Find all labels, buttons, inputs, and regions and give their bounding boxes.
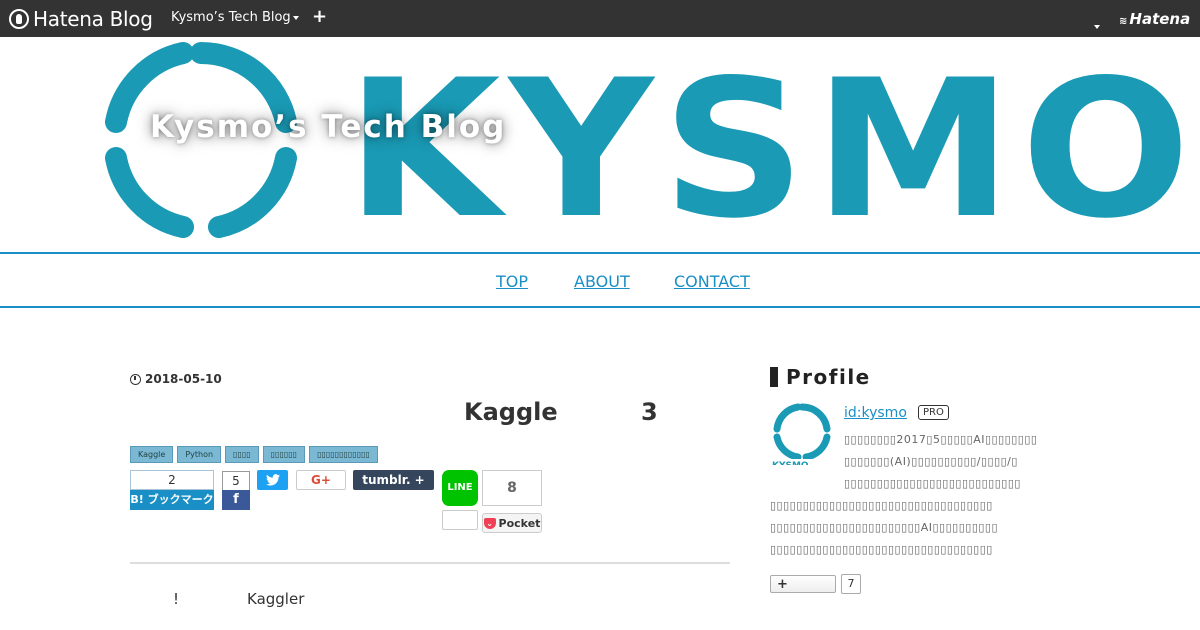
heading-bar-decoration <box>770 367 778 387</box>
entry-divider <box>130 562 730 564</box>
pocket-save-count[interactable]: 8 <box>482 470 542 506</box>
avatar-wordmark: KYSMO <box>772 461 809 465</box>
profile-heading-text: Profile <box>786 365 871 389</box>
category-tag[interactable]: ▯▯▯▯ <box>225 446 259 463</box>
clock-icon <box>130 373 141 385</box>
profile-id-link[interactable]: id:kysmo <box>844 405 907 421</box>
nav-link-about[interactable]: ABOUT <box>574 272 630 291</box>
avatar-ring-segment <box>802 433 831 461</box>
profile-avatar[interactable]: KYSMO <box>770 401 834 465</box>
follow-button[interactable]: + <box>770 575 836 593</box>
facebook-share-button[interactable]: f <box>222 490 250 510</box>
category-tag[interactable]: ▯▯▯▯▯▯ <box>262 446 306 463</box>
profile-description-line: ▯▯▯▯▯▯▯▯▯▯▯▯▯▯▯▯▯▯▯▯▯▯▯▯▯▯▯▯▯▯▯▯▯▯ <box>770 499 993 512</box>
avatar-ring-segment <box>773 403 802 433</box>
line-share-count[interactable] <box>442 510 478 530</box>
twitter-share-button[interactable] <box>257 470 288 490</box>
blog-switch-label: Kysmo’s Tech Blog <box>171 10 291 25</box>
nav-link-contact[interactable]: CONTACT <box>674 272 750 291</box>
blog-switch-dropdown[interactable]: Kysmo’s Tech Blog <box>171 10 299 25</box>
profile-description-line: ▯▯▯▯▯▯▯(AI)▯▯▯▯▯▯▯▯▯▯/▯▯▯▯/▯ <box>844 455 1018 468</box>
hatena-blog-logo[interactable]: Hatena Blog <box>9 7 153 31</box>
nav-link-top[interactable]: TOP <box>496 272 528 291</box>
hatena-bookmark-count[interactable]: 2 <box>130 470 214 490</box>
hatena-blog-logo-text: Hatena Blog <box>33 7 153 31</box>
tumblr-share-button[interactable]: tumblr. + <box>353 470 434 490</box>
pocket-save-button[interactable]: ⌄ Pocket <box>482 513 542 533</box>
new-post-plus-button[interactable]: + <box>312 6 327 27</box>
entry-title-number[interactable]: 3 <box>641 398 658 426</box>
profile-description-line: ▯▯▯▯▯▯▯▯▯▯▯▯▯▯▯▯▯▯▯▯▯▯▯▯▯▯▯▯▯▯▯▯▯▯ <box>770 543 993 556</box>
hatena-blog-logo-icon <box>9 9 29 29</box>
chevron-down-icon <box>1094 24 1100 29</box>
line-share-button[interactable]: LINE <box>442 470 478 506</box>
category-tag[interactable]: Kaggle <box>130 446 174 463</box>
twitter-bird-icon <box>265 474 280 486</box>
follower-count[interactable]: 7 <box>841 574 861 594</box>
entry-date[interactable]: 2018-05-10 <box>130 372 222 386</box>
hatena-logo-text: Hatena <box>1129 10 1191 28</box>
kysmo-ring-segment <box>208 147 297 238</box>
avatar-ring-segment <box>773 433 802 461</box>
google-plus-share-button[interactable]: G+ <box>296 470 346 490</box>
entry-body-text: Kaggler <box>247 590 305 608</box>
global-nav: TOP ABOUT CONTACT <box>0 252 1200 308</box>
blog-header: KYSMO Kysmo’s Tech Blog <box>0 37 1200 253</box>
kysmo-ring-segment <box>105 147 194 238</box>
blog-title[interactable]: Kysmo’s Tech Blog <box>150 109 506 145</box>
pro-badge: PRO <box>918 405 949 420</box>
profile-module-heading: Profile <box>770 365 871 389</box>
profile-description-line: ▯▯▯▯▯▯▯▯▯▯▯▯▯▯▯▯▯▯▯▯▯▯▯AI▯▯▯▯▯▯▯▯▯▯ <box>770 521 999 534</box>
entry-date-text: 2018-05-10 <box>145 372 222 386</box>
chevron-down-icon <box>292 15 299 20</box>
category-tag[interactable]: ▯▯▯▯▯▯▯▯▯▯▯▯ <box>309 446 378 463</box>
kysmo-banner-wordmark: KYSMO <box>346 39 1199 260</box>
entry-categories: Kaggle Python ▯▯▯▯ ▯▯▯▯▯▯ ▯▯▯▯▯▯▯▯▯▯▯▯ <box>130 446 378 463</box>
user-menu-dropdown[interactable] <box>1092 16 1100 35</box>
entry-body-text: ! <box>173 590 180 608</box>
entry-title[interactable]: Kaggle <box>464 398 558 426</box>
hatena-bookmark-button[interactable]: B! ブックマーク <box>130 490 214 510</box>
hatena-logo-icon: ≋ <box>1119 16 1128 27</box>
pocket-label: Pocket <box>498 516 541 530</box>
hatena-topbar: Hatena Blog Kysmo’s Tech Blog + ≋ Hatena <box>0 0 1200 37</box>
pocket-icon: ⌄ <box>483 517 496 529</box>
facebook-share-count[interactable]: 5 <box>222 471 250 491</box>
avatar-ring-segment <box>798 403 831 433</box>
hatena-logo[interactable]: ≋ Hatena <box>1119 10 1190 28</box>
profile-description-line: ▯▯▯▯▯▯▯▯▯▯▯▯▯▯▯▯▯▯▯▯▯▯▯▯▯▯▯ <box>844 477 1021 490</box>
category-tag[interactable]: Python <box>177 446 222 463</box>
profile-description-line: ▯▯▯▯▯▯▯▯2017▯5▯▯▯▯▯AI▯▯▯▯▯▯▯▯ <box>844 433 1038 446</box>
